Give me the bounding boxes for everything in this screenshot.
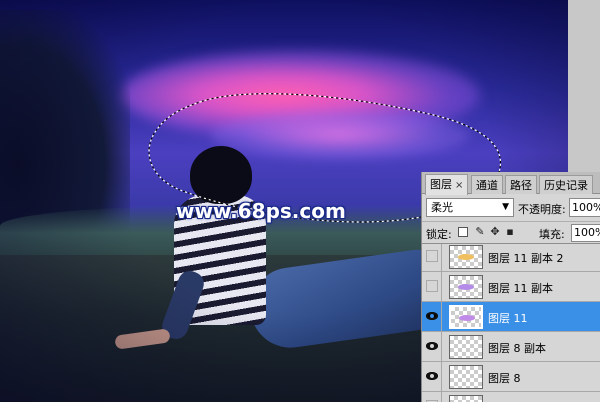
layer-visibility-toggle[interactable] [422,392,442,402]
layer-visibility-toggle[interactable] [422,332,442,362]
lock-all-icon[interactable]: ▪ [504,226,516,238]
opacity-input[interactable]: 100% [569,198,600,217]
eye-icon [426,342,438,350]
blend-mode-select[interactable]: 柔光 ▼ [426,198,514,217]
blend-mode-value: 柔光 [431,201,453,214]
layers-panel: 图层× 通道 路径 历史记录 柔光 ▼ 不透明度: 100% 锁定: ✎ ✥ ▪… [421,172,600,402]
blend-row: 柔光 ▼ 不透明度: 100% [422,196,600,220]
fill-input[interactable]: 100% [571,224,600,242]
layer-name: 图层 11 [488,312,528,325]
lock-label: 锁定: [426,228,452,241]
chevron-down-icon: ▼ [502,202,509,212]
layer-thumbnail[interactable] [449,275,483,299]
layer-thumbnail[interactable] [449,395,483,402]
tab-paths[interactable]: 路径 [505,175,537,194]
thumbnail-content [459,315,475,321]
lock-row: 锁定: ✎ ✥ ▪ 填充: 100% [422,221,600,243]
layer-row[interactable]: 图层 11 [422,302,600,332]
layer-visibility-toggle[interactable] [422,362,442,392]
layer-visibility-toggle[interactable] [422,272,442,302]
layer-name: 图层 11 副本 [488,282,553,295]
lock-brush-icon[interactable]: ✎ [474,226,486,238]
hidden-eye-icon [426,280,438,292]
layer-thumbnail[interactable] [449,365,483,389]
layer-name: 图层 8 [488,372,521,385]
layer-visibility-toggle[interactable] [422,244,442,272]
thumbnail-content [458,284,474,290]
layer-row[interactable]: 图层 11 副本 [422,272,600,302]
thumbnail-content [458,254,474,260]
eye-icon [426,372,438,380]
tab-history-label: 历史记录 [544,179,588,192]
layer-thumbnail[interactable] [449,245,483,269]
layer-thumbnail[interactable] [449,335,483,359]
tab-paths-label: 路径 [510,179,532,192]
close-icon[interactable]: × [455,180,463,191]
layers-list: 图层 11 副本 2 图层 11 副本图层 11 图层 8 副本图层 8 图层 [422,243,600,402]
layer-thumbnail[interactable] [449,305,483,329]
tab-history[interactable]: 历史记录 [539,175,593,194]
panel-tabs: 图层 × 通道 路径 历史记录 [422,172,600,195]
tab-layers[interactable]: 图层 × [425,174,469,195]
opacity-label: 不透明度: [518,203,566,216]
hidden-eye-icon [426,250,438,262]
lock-transparent-icon[interactable] [458,227,468,237]
tab-channels[interactable]: 通道 [471,175,503,194]
watermark: www.68ps.com [176,199,346,223]
tab-channels-label: 通道 [476,179,498,192]
eye-icon [426,312,438,320]
layer-row[interactable]: 图层 [422,392,600,402]
layer-row[interactable]: 图层 8 副本 [422,332,600,362]
layer-name: 图层 8 副本 [488,342,546,355]
layer-name: 图层 11 副本 2 [488,252,564,265]
layer-row[interactable]: 图层 11 副本 2 [422,244,600,272]
layer-visibility-toggle[interactable] [422,302,442,332]
lock-move-icon[interactable]: ✥ [489,226,501,238]
tab-layers-label: 图层 [430,178,452,191]
fill-label: 填充: [539,228,565,241]
layer-row[interactable]: 图层 8 [422,362,600,392]
workspace-background [568,0,600,172]
